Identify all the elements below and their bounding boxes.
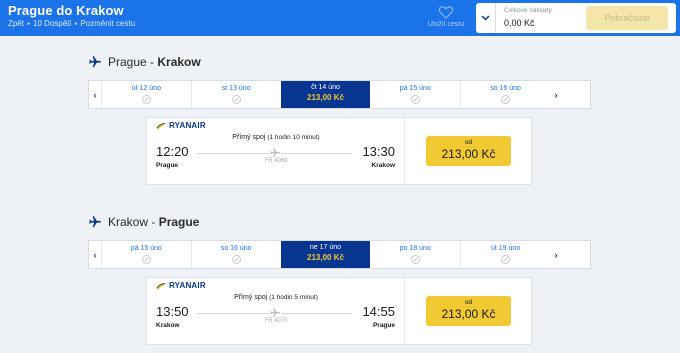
route-separator: - [148, 215, 159, 229]
change-trip-link[interactable]: Pozměnit cestu [80, 19, 135, 28]
total-cost-label: Celkové náklady [504, 7, 552, 14]
departure-city: Krakow [156, 322, 180, 329]
date-tab[interactable]: pá 15 úno [101, 241, 191, 268]
no-flight-icon [141, 255, 151, 264]
direct-label: Přímý spoj [234, 294, 268, 301]
prev-dates-button[interactable]: ‹ [89, 241, 101, 268]
fare-price: 213,00 Kč [441, 147, 496, 161]
passengers-label: 10 Dospělí [33, 19, 72, 28]
date-tab-selected[interactable]: čt 14 úno 213,00 Kč [280, 81, 371, 108]
date-tab[interactable]: st 13 úno [190, 81, 281, 108]
expand-cost-button[interactable] [476, 3, 496, 33]
trip-subnav: Zpět ● 10 Dospělí ● Pozměnit cestu [8, 19, 135, 28]
heart-icon [438, 6, 454, 19]
inbound-title: Krakow - Prague [88, 215, 199, 229]
no-flight-icon [141, 95, 151, 104]
airline-name: RYANAIR [169, 281, 206, 290]
chevron-left-icon: ‹ [93, 89, 97, 100]
select-fare-button[interactable]: od 213,00 Kč [426, 296, 511, 326]
next-dates-button[interactable]: › [550, 81, 562, 108]
harp-icon [156, 122, 166, 130]
duration-label: (1 hodin 5 minut) [269, 294, 318, 301]
flight-details: RYANAIR Přímý spoj (1 hodin 10 minut) 12… [147, 118, 405, 184]
plane-icon [89, 56, 101, 68]
duration-label: (1 hodin 10 minut) [267, 134, 320, 141]
fare-price: 213,00 Kč [441, 307, 496, 321]
route-separator: - [146, 55, 158, 69]
outbound-date-strip: ‹ út 12 úno st 13 úno čt 14 úno 213,00 Kč… [88, 80, 591, 109]
total-cost-value: 0,00 Kč [504, 18, 535, 28]
chevron-down-icon [481, 15, 490, 21]
outbound-origin: Prague [108, 55, 147, 69]
date-tab[interactable]: so 16 úno [460, 81, 550, 108]
flight-number: FR 4070 [264, 318, 288, 324]
departure-city: Prague [156, 162, 179, 169]
date-tab-selected[interactable]: ne 17 úno 213,00 Kč [280, 241, 371, 268]
no-flight-icon [501, 95, 511, 104]
inbound-destination: Prague [158, 215, 200, 229]
price-from-label: od [464, 299, 473, 306]
airline-logo: RYANAIR [156, 281, 206, 290]
next-dates-button[interactable]: › [550, 241, 562, 268]
separator-dot: ● [27, 20, 31, 27]
date-label: st 13 úno [221, 85, 251, 92]
flight-details: RYANAIR Přímý spoj (1 hodin 5 minut) 13:… [147, 278, 405, 344]
separator-dot: ● [74, 20, 78, 27]
chevron-right-icon: › [554, 249, 558, 260]
total-cost-panel: Celkové náklady 0,00 Kč Pokračovat [476, 3, 676, 33]
chevron-right-icon: › [554, 89, 558, 100]
date-label: po 18 úno [399, 245, 431, 252]
date-label: so 16 úno [220, 245, 252, 252]
date-price: 213,00 Kč [307, 253, 344, 262]
flight-number: FR 4069 [264, 158, 288, 164]
airline-name: RYANAIR [169, 121, 206, 130]
date-price: 213,00 Kč [307, 93, 344, 102]
date-label: ne 17 úno [309, 244, 342, 251]
prev-dates-button[interactable]: ‹ [89, 81, 101, 108]
top-bar: Prague do Krakow Zpět ● 10 Dospělí ● Poz… [0, 0, 680, 36]
arrival-city: Prague [372, 322, 395, 329]
flight-card: RYANAIR Přímý spoj (1 hodin 10 minut) 12… [146, 117, 532, 185]
outbound-destination: Krakow [157, 55, 201, 69]
flight-type: Přímý spoj (1 hodin 10 minut) [147, 134, 405, 141]
flight-card: RYANAIR Přímý spoj (1 hodin 5 minut) 13:… [146, 277, 532, 345]
flight-type: Přímý spoj (1 hodin 5 minut) [147, 294, 405, 301]
arrival-time: 13:30 [362, 144, 395, 159]
date-label: so 16 úno [490, 85, 521, 92]
date-tab[interactable]: so 16 úno [190, 241, 281, 268]
price-from-label: od [464, 139, 473, 146]
arrival-city: Krakow [371, 162, 395, 169]
back-link[interactable]: Zpět [8, 19, 24, 28]
date-label: čt 14 úno [311, 84, 340, 91]
date-label: pá 15 úno [130, 245, 162, 252]
airline-logo: RYANAIR [156, 121, 206, 130]
date-label: út 19 úno [490, 245, 521, 252]
select-fare-button[interactable]: od 213,00 Kč [426, 136, 511, 166]
save-trip-button[interactable]: Uložit cestu [424, 4, 468, 28]
no-flight-icon [231, 255, 241, 264]
continue-button[interactable]: Pokračovat [586, 6, 668, 30]
direct-label: Přímý spoj [232, 134, 266, 141]
no-flight-icon [231, 95, 241, 104]
no-flight-icon [410, 95, 420, 104]
departure-time: 12:20 [156, 144, 189, 159]
inbound-origin: Krakow [108, 215, 149, 229]
plane-icon [89, 216, 101, 228]
arrival-time: 14:55 [362, 304, 395, 319]
harp-icon [156, 282, 166, 290]
date-tab[interactable]: po 18 úno [370, 241, 460, 268]
departure-time: 13:50 [156, 304, 189, 319]
outbound-title: Prague - Krakow [88, 55, 201, 69]
no-flight-icon [410, 255, 420, 264]
inbound-date-strip: ‹ pá 15 úno so 16 úno ne 17 úno 213,00 Kč… [88, 240, 591, 269]
no-flight-icon [501, 255, 511, 264]
save-trip-label: Uložit cestu [427, 21, 465, 28]
date-label: pá 15 úno [399, 85, 431, 92]
trip-title: Prague do Krakow [8, 3, 124, 18]
date-tab[interactable]: pá 15 úno [370, 81, 460, 108]
chevron-left-icon: ‹ [93, 249, 97, 260]
date-label: út 12 úno [131, 85, 161, 92]
date-tab[interactable]: út 12 úno [101, 81, 191, 108]
date-tab[interactable]: út 19 úno [460, 241, 550, 268]
